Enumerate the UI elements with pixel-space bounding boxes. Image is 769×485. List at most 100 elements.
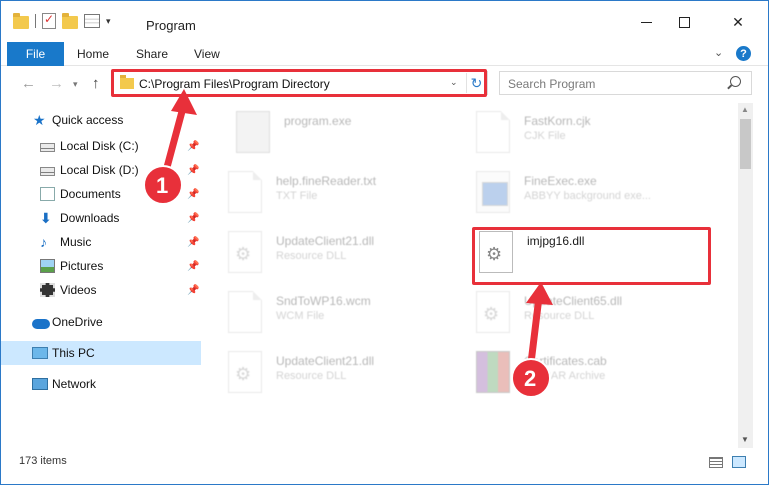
new-folder-icon[interactable]: [62, 12, 78, 29]
sidebar-item-this-pc[interactable]: This PC: [1, 341, 201, 365]
exe-file-icon: [476, 171, 510, 213]
details-view-icon[interactable]: [709, 457, 723, 468]
file-type: Resource DLL: [276, 250, 347, 262]
tab-share[interactable]: Share: [136, 47, 168, 61]
status-bar: 173 items: [1, 450, 768, 484]
file-item[interactable]: program.exe: [236, 109, 476, 159]
file-item[interactable]: help.fineReader.txt TXT File: [228, 169, 468, 219]
tab-file[interactable]: File: [7, 42, 64, 66]
disk-icon: [40, 167, 55, 176]
documents-icon: [40, 187, 55, 201]
pin-icon[interactable]: 📌: [187, 237, 199, 248]
vertical-scrollbar[interactable]: ▲ ▼: [738, 103, 753, 448]
scrollbar-thumb[interactable]: [740, 119, 751, 169]
customize-icon[interactable]: [84, 14, 100, 28]
window-title: Program: [146, 18, 196, 33]
minimize-button[interactable]: [631, 11, 661, 33]
file-item[interactable]: UpdateClient21.dll Resource DLL: [228, 349, 468, 399]
sidebar-item-label: This PC: [52, 346, 95, 360]
explorer-window: ▾ Program ✕ File Home Share View ⌄ ? ← →…: [0, 0, 769, 485]
up-arrow-icon[interactable]: ↑: [92, 75, 100, 92]
dll-file-icon: [228, 231, 262, 273]
sidebar-item-onedrive[interactable]: OneDrive: [1, 311, 201, 333]
ribbon-tabs: File Home Share View ⌄ ?: [1, 41, 768, 66]
chevron-down-icon[interactable]: ▾: [106, 16, 111, 27]
file-name: FineExec.exe: [524, 174, 597, 188]
file-name: UpdateClient21.dll: [276, 234, 375, 248]
file-item[interactable]: UpdateClient21.dll Resource DLL: [228, 229, 468, 279]
exe-file-icon: [236, 111, 270, 153]
sidebar-item-label: Documents: [60, 187, 121, 201]
close-button[interactable]: ✕: [723, 11, 753, 33]
file-item[interactable]: FastKorn.cjk CJK File: [476, 109, 716, 159]
folder-icon: [13, 12, 29, 29]
maximize-button[interactable]: [669, 11, 699, 33]
sidebar-item-pictures[interactable]: Pictures 📌: [1, 255, 201, 277]
dll-file-icon: [479, 231, 513, 273]
downloads-icon: ⬇: [40, 210, 52, 226]
large-icons-view-icon[interactable]: [732, 456, 746, 468]
properties-check-icon[interactable]: [42, 12, 56, 29]
forward-arrow-icon[interactable]: →: [49, 75, 64, 92]
file-name: help.fineReader.txt: [276, 174, 377, 188]
refresh-icon[interactable]: ↻: [466, 73, 486, 93]
dll-file-icon: [228, 351, 262, 393]
sidebar-item-downloads[interactable]: ⬇ Downloads 📌: [1, 207, 201, 229]
sidebar-item-local-disk-d[interactable]: Local Disk (D:) 📌: [1, 159, 201, 181]
sidebar-item-label: Pictures: [60, 259, 104, 273]
file-name: imjpg16.dll: [527, 234, 585, 248]
file-item[interactable]: Certificates.cab WinRAR Archive: [476, 349, 716, 399]
scroll-up-icon[interactable]: ▲: [741, 105, 749, 114]
address-path[interactable]: C:\Program Files\Program Directory: [139, 77, 330, 91]
sidebar-item-label: Local Disk (C:): [60, 139, 139, 153]
title-bar: ▾ Program ✕: [1, 1, 768, 41]
sidebar-item-label: OneDrive: [52, 315, 103, 329]
search-input[interactable]: Search Program: [508, 77, 595, 91]
folder-icon: [120, 75, 134, 89]
scroll-down-icon[interactable]: ▼: [741, 435, 749, 444]
file-type: Resource DLL: [524, 310, 595, 322]
quick-access-toolbar: ▾: [13, 12, 111, 29]
sidebar-item-documents[interactable]: Documents 📌: [1, 183, 201, 205]
navigation-bar: ← → ▾ ↑ C:\Program Files\Program Directo…: [1, 67, 768, 101]
dll-file-icon: [476, 291, 510, 333]
onedrive-icon: [32, 318, 50, 329]
pin-icon[interactable]: 📌: [187, 261, 199, 272]
sidebar-item-local-disk-c[interactable]: Local Disk (C:) 📌: [1, 135, 201, 157]
file-item[interactable]: SndToWP16.wcm WCM File: [228, 289, 468, 339]
sidebar-item-videos[interactable]: Videos 📌: [1, 279, 201, 301]
sidebar-item-network[interactable]: Network: [1, 373, 201, 395]
search-box[interactable]: Search Program: [499, 71, 752, 95]
pin-icon[interactable]: 📌: [187, 189, 199, 200]
file-name: FastKorn.cjk: [524, 114, 591, 128]
music-icon: ♪: [40, 234, 47, 250]
item-count: 173 items: [19, 455, 67, 467]
pin-icon[interactable]: 📌: [187, 213, 199, 224]
network-icon: [32, 378, 48, 390]
back-arrow-icon[interactable]: ←: [21, 75, 36, 92]
toolbar-separator: [35, 14, 36, 28]
pin-icon[interactable]: 📌: [187, 285, 199, 296]
star-icon: ★: [33, 112, 46, 128]
file-item[interactable]: UpdateClient65.dll Resource DLL: [476, 289, 716, 339]
navigation-pane: ★ Quick access Local Disk (C:) 📌 Local D…: [1, 103, 201, 448]
tab-view[interactable]: View: [194, 47, 220, 61]
file-type: Resource DLL: [276, 370, 347, 382]
help-icon[interactable]: ?: [736, 46, 751, 61]
tab-home[interactable]: Home: [77, 47, 109, 61]
address-dropdown-icon[interactable]: ⌄: [450, 77, 458, 88]
recent-locations-icon[interactable]: ▾: [73, 79, 78, 90]
file-item-imjpg16-dll[interactable]: imjpg16.dll: [479, 229, 719, 279]
address-bar[interactable]: C:\Program Files\Program Directory ⌄ ↻: [113, 71, 488, 95]
sidebar-item-music[interactable]: ♪ Music 📌: [1, 231, 201, 253]
pin-icon[interactable]: 📌: [187, 165, 199, 176]
file-name: UpdateClient21.dll: [276, 354, 375, 368]
expand-ribbon-icon[interactable]: ⌄: [714, 46, 723, 59]
pin-icon[interactable]: 📌: [187, 141, 199, 152]
sidebar-item-label: Videos: [60, 283, 97, 297]
file-name: UpdateClient65.dll: [524, 294, 623, 308]
sidebar-item-quick-access[interactable]: ★ Quick access: [1, 109, 201, 131]
sidebar-item-label: Music: [60, 235, 92, 249]
search-icon: [730, 76, 741, 87]
file-item[interactable]: FineExec.exe ABBYY background exe...: [476, 169, 716, 219]
